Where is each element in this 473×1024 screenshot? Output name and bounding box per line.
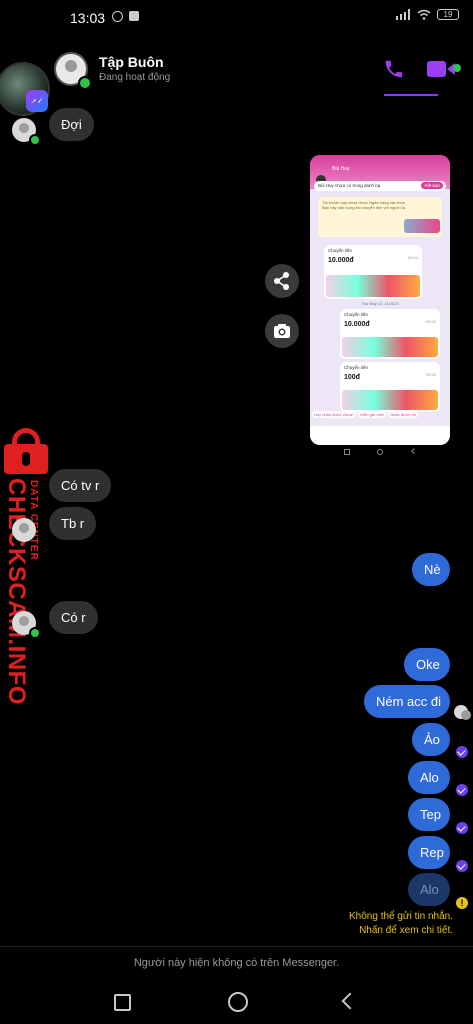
screenshot-transfer-amount: 10.000đ: [344, 321, 370, 328]
back-button[interactable]: [341, 992, 359, 1010]
screenshot-warning-text: Tài khoản này chưa được Ngân hàng xác th…: [322, 200, 407, 210]
facebook-notification-icon: [112, 11, 123, 22]
footer-divider: [0, 946, 473, 947]
message-out[interactable]: Ném acc đi: [364, 685, 450, 718]
system-icons: 19: [395, 9, 459, 20]
screenshot-transfer-time: 09:44: [407, 255, 418, 260]
error-warning-icon: !: [456, 897, 468, 909]
notification-icons: [112, 11, 139, 22]
delivered-check-icon: [456, 860, 468, 872]
screenshot-transfer-time: 09:52: [425, 319, 436, 324]
battery-icon: 19: [437, 9, 459, 20]
seen-avatar: [454, 705, 471, 720]
sender-avatar: [12, 518, 36, 542]
message-in[interactable]: Tb r: [49, 507, 97, 540]
unavailable-notice: Người này hiện không có trên Messenger.: [133, 957, 340, 969]
message-out[interactable]: Ảo: [412, 723, 450, 756]
delivered-check-icon: [456, 822, 468, 834]
screenshot-transfer-amount: 10.000đ: [328, 257, 354, 264]
message-in[interactable]: Có r: [49, 601, 98, 634]
send-error-line-2: Nhấn để xem chi tiết.: [359, 925, 453, 936]
screenshot-suggestion-chip: Huy nhận được chưa?: [312, 411, 357, 418]
wifi-icon: [417, 9, 431, 20]
message-out-failed[interactable]: Alo: [408, 873, 450, 906]
screenshot-nav-circle: [377, 449, 383, 455]
delivered-check-icon: [456, 784, 468, 796]
online-indicator: [78, 76, 92, 90]
watermark-text: CHECKSCAM.INFO: [3, 478, 30, 705]
contact-status: Đang hoạt động: [99, 72, 171, 83]
status-bar: 13:03 19: [0, 0, 473, 34]
message-out[interactable]: Nè: [412, 553, 450, 586]
header-tab-indicator: [384, 94, 438, 96]
message-in[interactable]: Đợi: [49, 108, 94, 141]
send-error-text[interactable]: Không thể gửi tin nhắn. Nhấn để xem chi …: [349, 910, 453, 938]
screenshot-suggestion-chip: Hiểu giờ nhé!: [358, 411, 387, 418]
share-button[interactable]: [265, 264, 299, 298]
screenshot-add-friend-button: Kết bạn: [421, 182, 443, 189]
screenshot-transfer-card-3: Chuyển tiền 100đ 09:52: [340, 362, 440, 412]
message-out[interactable]: Tep: [408, 798, 450, 831]
image-notification-icon: [129, 11, 139, 21]
home-button[interactable]: [228, 992, 248, 1012]
shared-screenshot-image[interactable]: Bùi Huy Bùi Huy chưa có trong danh bạ Kế…: [310, 155, 450, 445]
message-out[interactable]: Oke: [404, 648, 450, 681]
sender-online-dot: [29, 134, 41, 146]
screenshot-transfer-label: Chuyển tiền: [328, 248, 353, 253]
sender-online-dot: [29, 627, 41, 639]
screenshot-date-separator: Thứ Bảy 13, 11/2023: [361, 301, 399, 306]
share-icon: [274, 272, 289, 290]
video-online-dot: [453, 64, 461, 72]
camera-icon: [274, 324, 290, 338]
screenshot-suggestion-chip: Nhắn được rồi: [388, 411, 418, 418]
screenshot-transfer-art: [342, 390, 438, 410]
signal-icon: [396, 9, 410, 20]
screenshot-transfer-art: [326, 275, 420, 297]
screenshot-suggestions: Huy nhận được chưa? Hiểu giờ nhé! Nhắn đ…: [312, 411, 418, 418]
send-error-line-1: Không thể gửi tin nhắn.: [349, 911, 453, 922]
screenshot-transfer-label: Chuyển tiền: [344, 365, 369, 370]
message-in[interactable]: Có tv r: [49, 469, 112, 502]
screenshot-nav-bar: [310, 446, 450, 456]
delivered-check-icon: [456, 746, 468, 758]
screenshot-nav-square: [344, 449, 350, 455]
status-time: 13:03: [70, 10, 106, 26]
phone-icon[interactable]: [383, 58, 405, 80]
contact-name[interactable]: Tập Buôn: [99, 54, 164, 70]
recent-apps-button[interactable]: [114, 994, 131, 1011]
screenshot-transfer-amount: 100đ: [344, 374, 360, 381]
screenshot-bottom-tabs: [310, 434, 450, 445]
screenshot-banner: Bùi Huy chưa có trong danh bạ Kết bạn: [314, 181, 446, 191]
screenshot-transfer-time: 09:52: [425, 372, 436, 377]
screenshot-nav-back: [411, 448, 417, 454]
watermark-lock-body: [4, 444, 48, 474]
screenshot-warning-box: Tài khoản này chưa được Ngân hàng xác th…: [318, 197, 442, 237]
message-out[interactable]: Alo: [408, 761, 450, 794]
camera-button[interactable]: [265, 314, 299, 348]
screenshot-transfer-card-2: Chuyển tiền 10.000đ 09:52: [340, 309, 440, 359]
screenshot-transfer-label: Chuyển tiền: [344, 312, 369, 317]
messenger-badge-icon: [26, 90, 48, 112]
screenshot-transfer-art: [342, 337, 438, 357]
message-out[interactable]: Rep: [408, 836, 450, 869]
screenshot-illustration: [404, 219, 440, 233]
screenshot-banner-text: Bùi Huy chưa có trong danh bạ: [318, 183, 381, 188]
screenshot-contact-name: Bùi Huy: [332, 166, 350, 172]
screenshot-transfer-card-1: Chuyển tiền 10.000đ 09:44: [324, 245, 422, 299]
